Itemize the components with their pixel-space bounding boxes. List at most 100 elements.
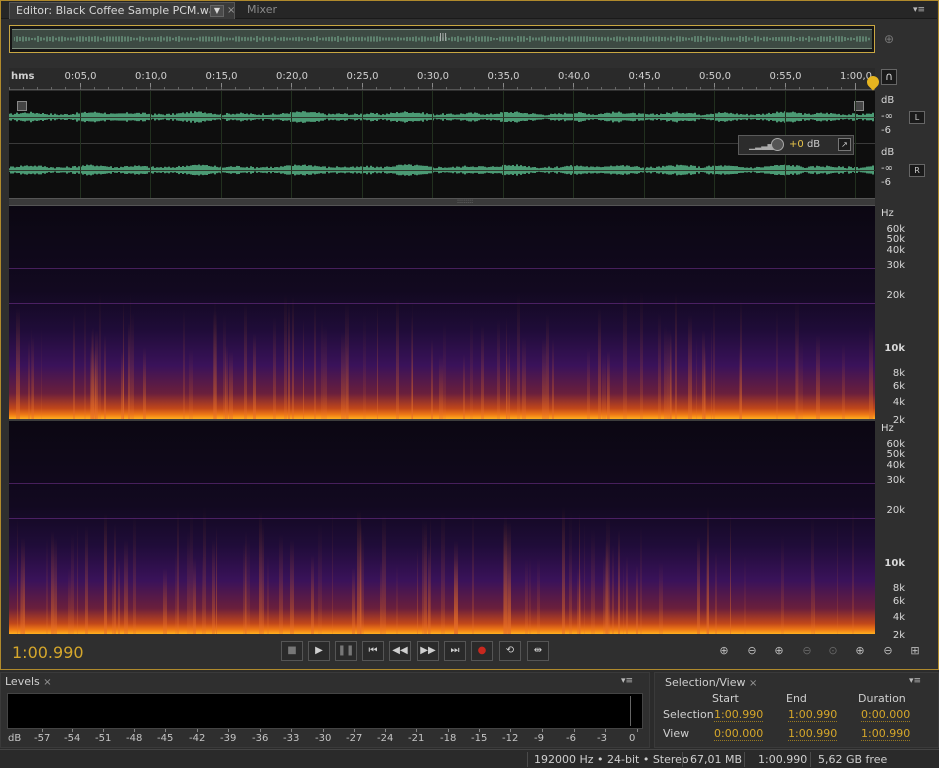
- overview-handle-icon[interactable]: |||: [438, 32, 448, 42]
- fast-forward-button[interactable]: ▶▶: [417, 641, 439, 661]
- ruler-minor-tick: [728, 87, 730, 90]
- selection-start-field[interactable]: 1:00.990: [714, 708, 764, 722]
- ruler-minor-tick: [37, 87, 39, 90]
- spectral-streak: [851, 507, 854, 634]
- panel-menu-icon[interactable]: ▾≡: [905, 4, 933, 17]
- spectral-streak: [229, 351, 233, 419]
- ruler-minor-tick: [615, 87, 617, 90]
- fade-in-handle-icon[interactable]: [17, 101, 27, 111]
- amplitude-hud[interactable]: ▁▂▃▅ +0 dB ↗: [738, 135, 854, 155]
- panel-menu-icon[interactable]: ▾≡: [909, 676, 921, 686]
- current-time-display[interactable]: 1:00.990: [12, 643, 84, 662]
- zoom-icon[interactable]: ⊕: [884, 32, 902, 48]
- spectral-streak: [103, 513, 108, 634]
- spectral-streak: [318, 522, 323, 634]
- spectral-streak: [175, 549, 177, 634]
- zoom-in-selection-button[interactable]: ⊕: [849, 643, 871, 659]
- status-free-space: 5,62 GB free: [818, 753, 888, 766]
- zoom-out-amplitude-button[interactable]: ⊖: [741, 643, 763, 659]
- play-button[interactable]: ▶: [308, 641, 330, 661]
- close-icon[interactable]: ×: [227, 3, 235, 19]
- view-duration-field[interactable]: 1:00.990: [861, 727, 911, 741]
- spectral-streak: [813, 566, 816, 634]
- tab-mixer[interactable]: Mixer: [241, 2, 286, 19]
- loop-icon: ⟲: [505, 645, 515, 656]
- ruler-tick-label: 0:40,0: [558, 71, 590, 82]
- zoom-in-time-button[interactable]: ⊕: [768, 643, 790, 659]
- spectral-streak: [704, 346, 707, 419]
- spectral-streak: [423, 519, 427, 634]
- zoom-in-point-icon: ⊙: [828, 644, 838, 657]
- chevron-down-icon[interactable]: ▼: [210, 5, 224, 17]
- go-to-end-button[interactable]: ⏭: [444, 641, 466, 661]
- status-format: 192000 Hz • 24-bit • Stereo: [534, 753, 689, 766]
- view-splitter[interactable]: ::::::::: [9, 198, 875, 206]
- spectral-streak: [454, 558, 458, 634]
- zoom-in-point-button[interactable]: ⊙: [822, 643, 844, 659]
- channel-left-toggle-button[interactable]: L: [909, 111, 925, 124]
- spectral-band: [9, 268, 875, 269]
- skip-selection-icon: ⇹: [533, 645, 543, 656]
- rewind-button[interactable]: ◀◀: [389, 641, 411, 661]
- loop-button[interactable]: ⟲: [499, 641, 521, 661]
- frequency-label: 50k: [886, 234, 905, 245]
- pin-icon[interactable]: ↗: [838, 138, 851, 151]
- spectral-streak: [421, 519, 424, 634]
- spectral-streak: [192, 558, 197, 634]
- zoom-full-button[interactable]: ⊞: [904, 643, 926, 659]
- go-to-start-button[interactable]: ⏮: [362, 641, 384, 661]
- zoom-out-selection-button[interactable]: ⊖: [877, 643, 899, 659]
- selection-duration-field[interactable]: 0:00.000: [861, 708, 911, 722]
- record-button[interactable]: ●: [471, 641, 493, 661]
- spectral-streak: [416, 548, 419, 634]
- spectral-streak: [323, 324, 327, 419]
- view-end-field[interactable]: 1:00.990: [788, 727, 838, 741]
- frequency-label: 30k: [886, 475, 905, 486]
- close-icon[interactable]: ×: [749, 678, 757, 689]
- zoom-in-amplitude-button[interactable]: ⊕: [713, 643, 735, 659]
- time-ruler[interactable]: hms 0:05,0 0:10,0 0:15,0 0:20,0 0:25,0 0:30,0…: [9, 68, 875, 90]
- level-scale-label: -27: [346, 733, 363, 744]
- panel-menu-icon[interactable]: ▾≡: [621, 676, 633, 686]
- spectral-streak: [587, 348, 591, 419]
- spectral-streak: [162, 567, 167, 634]
- ruler-minor-tick: [403, 87, 405, 90]
- ruler-minor-tick: [150, 87, 151, 90]
- frequency-label: 10k: [884, 343, 905, 354]
- spectral-streak: [607, 350, 611, 419]
- level-scale-tick: [103, 729, 104, 732]
- zoom-in-selection-icon: ⊕: [855, 644, 865, 657]
- spectral-display-right[interactable]: [9, 421, 875, 634]
- spectral-streak: [471, 513, 475, 634]
- tab-selection-view[interactable]: Selection/View ×: [665, 676, 757, 689]
- zoom-out-full-button[interactable]: ⊖: [796, 643, 818, 659]
- tab-levels[interactable]: Levels ×: [5, 675, 52, 688]
- view-start-field[interactable]: 0:00.000: [714, 727, 764, 741]
- close-icon[interactable]: ×: [43, 677, 51, 688]
- level-scale-label: -18: [440, 733, 457, 744]
- level-scale-label: -30: [315, 733, 332, 744]
- hud-gain-readout[interactable]: +0 dB: [789, 139, 820, 150]
- spectral-streak: [712, 301, 715, 419]
- spectral-streak: [85, 526, 88, 634]
- ruler-minor-tick: [587, 87, 589, 90]
- status-bar: 192000 Hz • 24-bit • Stereo 67,01 MB 1:0…: [0, 749, 939, 768]
- channel-right-toggle-button[interactable]: R: [909, 164, 925, 177]
- stop-icon: ■: [287, 645, 297, 656]
- spectral-streak: [142, 347, 147, 419]
- stop-button[interactable]: ■: [281, 641, 303, 661]
- grip-icon[interactable]: ::::::::: [457, 199, 481, 205]
- level-scale-tick: [354, 729, 355, 732]
- selection-end-field[interactable]: 1:00.990: [788, 708, 838, 722]
- volume-knob[interactable]: [771, 138, 784, 151]
- spectral-streak: [243, 304, 248, 419]
- spectral-streak: [352, 567, 356, 634]
- spectral-display-left[interactable]: [9, 206, 875, 419]
- tab-editor[interactable]: Editor: Black Coffee Sample PCM.wav ▼ ×: [9, 2, 235, 19]
- waveform-overview[interactable]: |||: [9, 25, 875, 53]
- ruler-minor-tick: [234, 87, 236, 90]
- snap-magnet-button[interactable]: ∩: [881, 69, 897, 85]
- waveform-centerline: [9, 117, 875, 118]
- pause-button[interactable]: ❚❚: [335, 641, 357, 661]
- skip-selection-button[interactable]: ⇹: [527, 641, 549, 661]
